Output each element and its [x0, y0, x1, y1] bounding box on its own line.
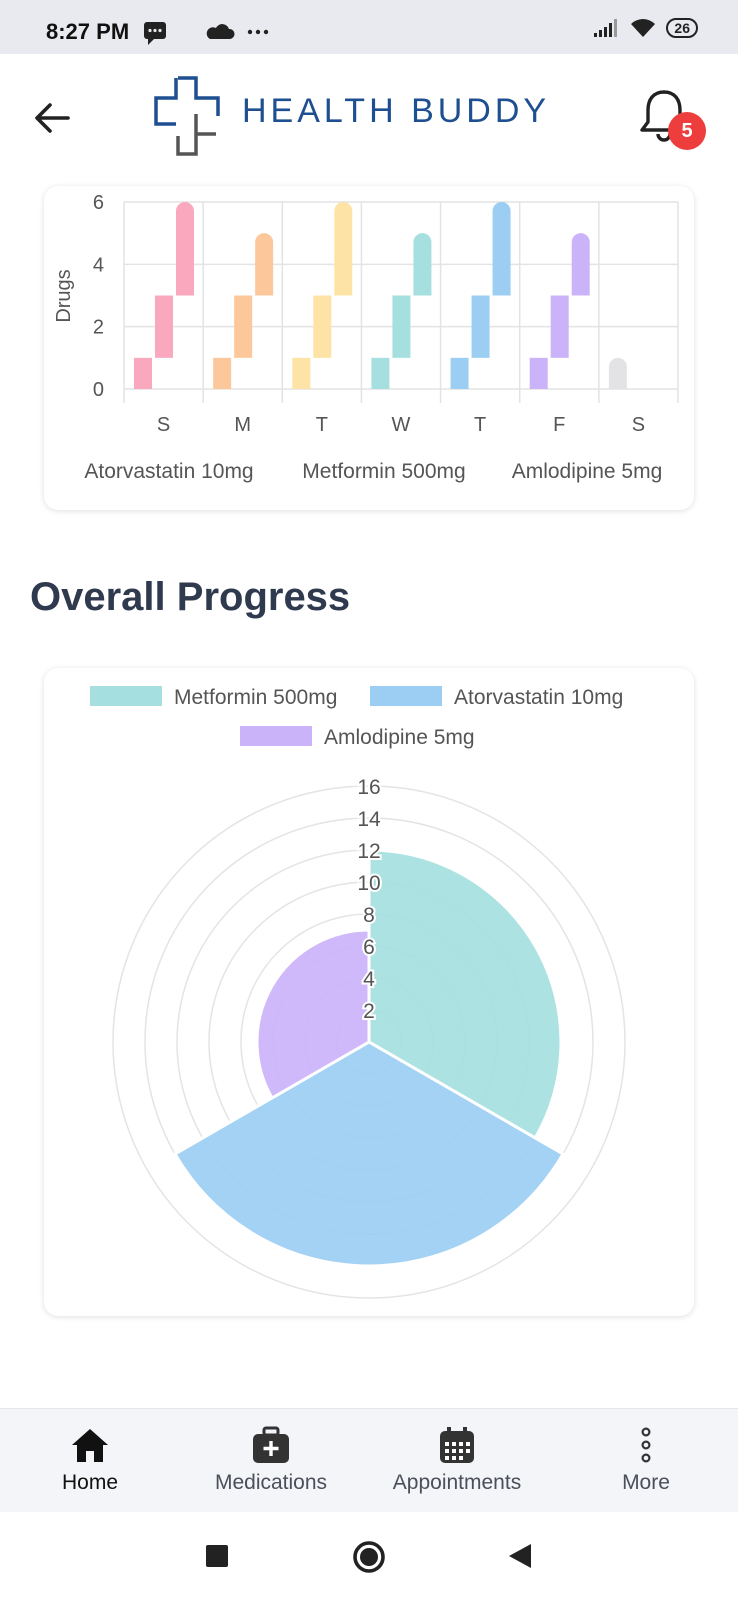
message-icon [144, 22, 166, 45]
bar-segment [450, 357, 469, 389]
radial-tick-label: 14 [357, 808, 381, 831]
legend-label: Metformin 500mg [302, 460, 465, 483]
bar-segment [371, 357, 390, 389]
radial-tick-label: 2 [363, 1000, 375, 1023]
bar-segment [550, 295, 569, 358]
y-axis-label: Drugs [53, 269, 75, 322]
wifi-icon [631, 19, 656, 37]
legend-label: Amlodipine 5mg [512, 460, 663, 483]
x-tick-label: F [553, 414, 565, 436]
cloud-icon [206, 24, 235, 39]
nav-home-label: Home [61, 1471, 119, 1494]
home-icon [72, 1429, 108, 1462]
legend-label: Metformin 500mg [174, 686, 337, 709]
x-tick-label: T [316, 414, 328, 436]
more-vertical-icon [641, 1427, 651, 1463]
x-tick-label: T [474, 414, 486, 436]
bar-segment [492, 202, 511, 296]
status-bar: 8:27 PM 26 [0, 0, 738, 54]
status-notification-icons [144, 22, 269, 45]
home-circle-icon[interactable] [351, 1539, 387, 1575]
calendar-icon [440, 1427, 474, 1463]
bar-segment [413, 233, 432, 296]
legend-swatch [370, 686, 442, 706]
bar-segment [392, 295, 411, 358]
bar-segment [334, 202, 353, 296]
legend-label: Amlodipine 5mg [324, 726, 475, 749]
bar-segment [213, 357, 232, 389]
status-right: 26 [594, 18, 698, 38]
legend-label: Atorvastatin 10mg [454, 686, 623, 709]
nav-more-label: More [622, 1471, 670, 1494]
weekly-chart-card: 0 2 4 6 Drugs S M T W T F S Atorvastatin 10mg Metform… [44, 186, 694, 510]
y-tick-label: 6 [93, 192, 104, 214]
recents-square-icon[interactable] [205, 1544, 229, 1568]
bar-segment [155, 295, 173, 358]
bar-segment [176, 202, 194, 296]
status-time: 8:27 PM [46, 19, 130, 44]
notification-badge: 5 [668, 112, 706, 150]
bar-segment [134, 357, 152, 389]
bar-segment [571, 233, 590, 296]
nav-medications-label: Medications [214, 1471, 328, 1494]
radial-tick-label: 6 [363, 936, 375, 959]
nav-appointments-label: Appointments [392, 1471, 522, 1494]
bar-segment [255, 233, 274, 296]
overall-progress-card: Metformin 500mg Atorvastatin 10mg Amlodipi… [44, 668, 694, 1316]
bar-segment [529, 357, 548, 389]
nav-medications[interactable]: Medications [196, 1409, 346, 1513]
radial-tick-label: 4 [363, 968, 375, 991]
legend-swatch [90, 686, 162, 706]
x-tick-label: S [632, 414, 645, 436]
battery-indicator: 26 [666, 18, 698, 38]
back-triangle-icon[interactable] [507, 1543, 533, 1569]
bar-segment [292, 357, 311, 389]
radial-tick-label: 10 [357, 872, 380, 895]
medical-bag-icon [253, 1426, 289, 1463]
more-dots-icon [247, 29, 269, 35]
radial-tick-label: 8 [363, 904, 375, 927]
weekly-medication-chart: 0 2 4 6 Drugs S M T W T F S Atorvastatin 10mg Metform… [53, 192, 679, 483]
bar-segment [313, 295, 332, 358]
bar-segment [608, 357, 627, 389]
legend-label: Atorvastatin 10mg [84, 460, 253, 483]
x-tick-label: W [392, 414, 411, 436]
overall-progress-title: Overall Progress [30, 575, 351, 619]
system-navigation-bar [0, 1512, 738, 1600]
signal-icon [594, 19, 618, 37]
x-tick-label: M [234, 414, 251, 436]
y-tick-label: 0 [93, 379, 104, 401]
nav-more[interactable]: More [596, 1409, 696, 1513]
radial-tick-label: 12 [357, 840, 380, 863]
legend-swatch [240, 726, 312, 746]
overall-progress-chart: Metformin 500mg Atorvastatin 10mg Amlodipi… [90, 686, 626, 1299]
y-tick-label: 4 [93, 254, 104, 276]
nav-appointments[interactable]: Appointments [372, 1409, 542, 1513]
bar-segment [471, 295, 490, 358]
nav-home[interactable]: Home [40, 1409, 140, 1513]
logo-cross-icon [154, 76, 220, 156]
radial-tick-label: 16 [357, 776, 380, 799]
bottom-navigation: Home Medications Appointments More [0, 1408, 738, 1512]
y-tick-label: 2 [93, 317, 104, 339]
app-name: HEALTH BUDDY [242, 92, 551, 130]
app-header: HEALTH BUDDY 5 [0, 54, 738, 178]
back-arrow-icon[interactable] [30, 96, 74, 140]
bar-segment [234, 295, 253, 358]
x-tick-label: S [157, 414, 170, 436]
